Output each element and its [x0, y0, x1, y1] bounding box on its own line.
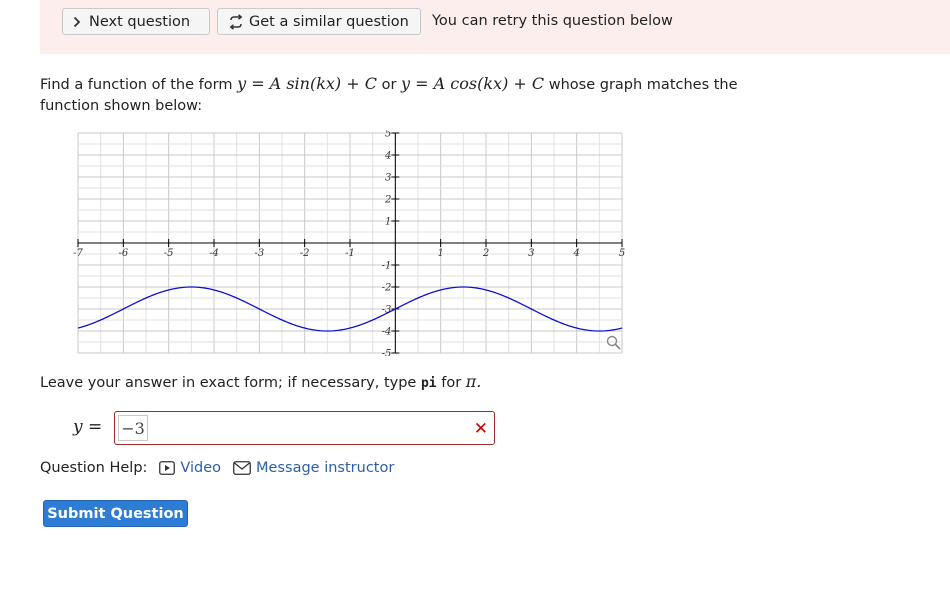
- answer-value[interactable]: −3: [118, 415, 148, 441]
- video-label: Video: [180, 460, 222, 476]
- x-tick-label: 4: [572, 248, 579, 259]
- function-form-sin: y = A sin(kx) + C: [237, 74, 377, 93]
- next-question-label: Next question: [89, 13, 191, 30]
- question-connector: or: [381, 77, 397, 93]
- x-tick-label: -6: [118, 248, 128, 259]
- function-form-cos: y = A cos(kx) + C: [401, 74, 545, 93]
- x-tick-label: 2: [482, 248, 489, 259]
- function-graph[interactable]: -7 -6 -5 -4 -3 -2 -1 1 2 3 4 554321-1-2-3-4-5: [70, 130, 630, 356]
- answer-label: y =: [73, 417, 103, 437]
- submit-question-button[interactable]: Submit Question: [43, 500, 188, 527]
- instruction-for: for: [441, 375, 462, 391]
- video-link[interactable]: Video: [159, 460, 221, 476]
- chevron-right-icon: [73, 16, 81, 28]
- x-tick-label: -2: [300, 248, 310, 259]
- retry-message: You can retry this question below: [432, 13, 673, 29]
- x-tick-label: 5: [619, 248, 625, 259]
- pi-code: pi: [420, 376, 437, 391]
- y-tick-label: -5: [382, 349, 392, 357]
- x-tick-label: 3: [528, 248, 534, 259]
- y-tick-label: 3: [385, 173, 391, 184]
- y-tick-label: 5: [385, 130, 391, 140]
- message-instructor-link[interactable]: Message instructor: [233, 460, 394, 476]
- y-tick-label: 2: [384, 195, 391, 206]
- y-tick-label: -2: [382, 283, 392, 294]
- video-play-icon: [159, 461, 176, 475]
- answer-input[interactable]: −3 ✕: [114, 411, 495, 445]
- x-tick-label: -4: [209, 248, 219, 259]
- x-tick-label: -7: [73, 248, 83, 259]
- pi-symbol: π.: [465, 372, 482, 391]
- retry-arrows-icon: [228, 13, 244, 30]
- similar-question-label: Get a similar question: [249, 13, 409, 30]
- x-tick-label: -5: [164, 248, 174, 259]
- y-tick-label: 4: [384, 151, 391, 162]
- next-question-button[interactable]: Next question: [62, 8, 210, 35]
- incorrect-x-icon: ✕: [473, 419, 488, 439]
- envelope-icon: [233, 461, 251, 475]
- x-tick-label: -3: [254, 248, 264, 259]
- x-tick-label: 1: [437, 248, 443, 259]
- question-help: Question Help: Video Message instructor: [40, 460, 394, 476]
- y-tick-label: 1: [385, 217, 391, 228]
- question-text: Find a function of the form y = A sin(kx…: [40, 73, 780, 117]
- help-label: Question Help:: [40, 460, 148, 476]
- message-instructor-label: Message instructor: [256, 460, 395, 476]
- similar-question-button[interactable]: Get a similar question: [217, 8, 421, 35]
- x-tick-label: -1: [345, 248, 355, 259]
- y-tick-label: -4: [382, 327, 392, 338]
- answer-instruction: Leave your answer in exact form; if nece…: [40, 372, 481, 391]
- magnifier-icon[interactable]: [606, 335, 621, 350]
- question-prefix: Find a function of the form: [40, 77, 233, 93]
- y-tick-label: -1: [382, 261, 392, 272]
- instruction-text: Leave your answer in exact form; if nece…: [40, 375, 417, 391]
